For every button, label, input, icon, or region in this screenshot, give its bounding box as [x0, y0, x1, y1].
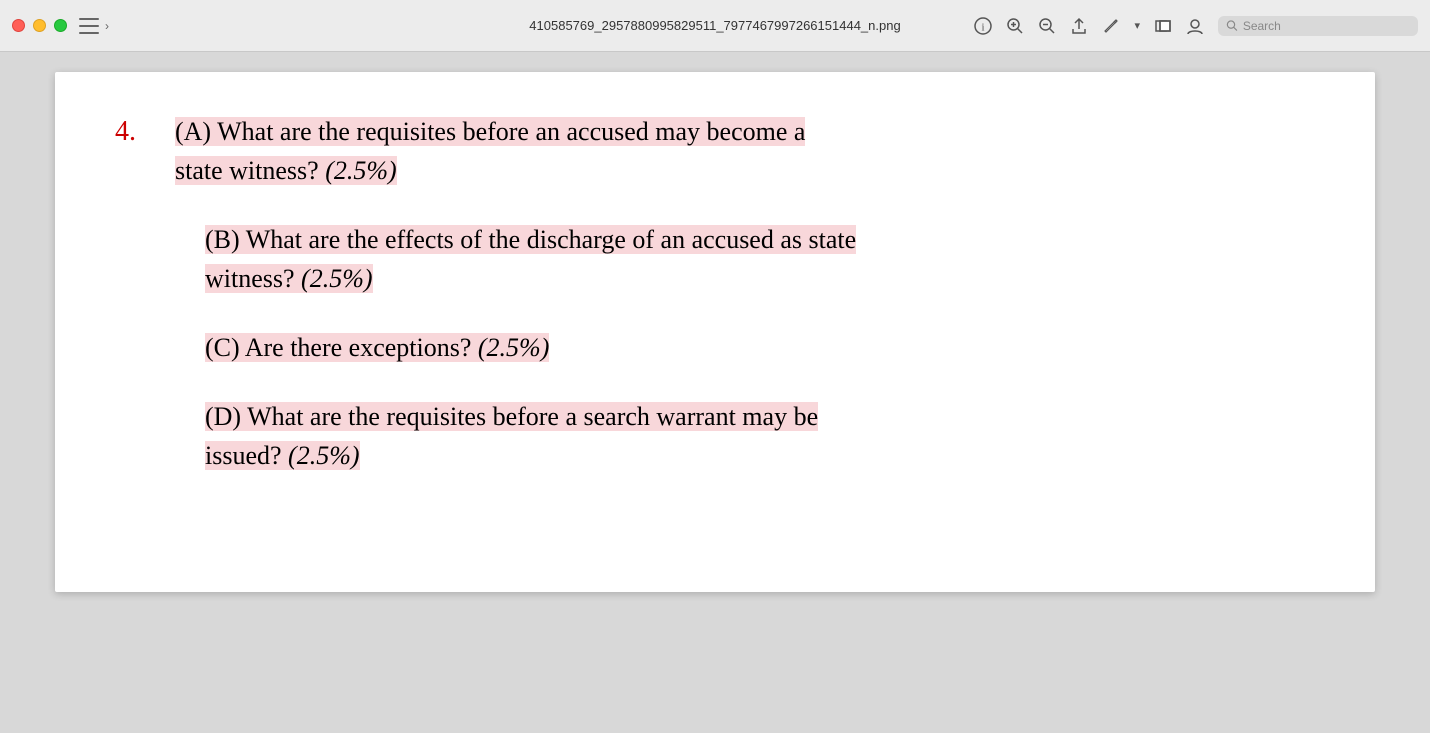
part-d-highlight: (D) What are the requisites before a sea…	[205, 402, 818, 431]
maximize-button[interactable]	[54, 19, 67, 32]
chevron-right-icon[interactable]: ›	[105, 19, 109, 33]
toolbar-icons: i	[974, 16, 1418, 36]
search-bar[interactable]	[1218, 16, 1418, 36]
info-icon[interactable]: i	[974, 17, 992, 35]
window-controls	[12, 19, 67, 32]
part-c-highlight: (C) Are there exceptions? (2.5%)	[205, 333, 549, 362]
question-body: (A) What are the requisites before an ac…	[175, 112, 1315, 505]
part-b-highlight: (B) What are the effects of the discharg…	[205, 225, 856, 254]
question-part-c: (C) Are there exceptions? (2.5%)	[175, 328, 1315, 367]
window-icon[interactable]	[1154, 17, 1172, 35]
part-a-highlight: (A) What are the requisites before an ac…	[175, 117, 805, 146]
question-number: 4.	[115, 112, 175, 505]
svg-text:i: i	[982, 21, 985, 33]
chevron-down-icon[interactable]: ▾	[1134, 19, 1140, 32]
part-a-highlight-2: state witness? (2.5%)	[175, 156, 397, 185]
minimize-button[interactable]	[33, 19, 46, 32]
close-button[interactable]	[12, 19, 25, 32]
question-container: 4. (A) What are the requisites before an…	[115, 112, 1315, 505]
question-part-a: (A) What are the requisites before an ac…	[175, 112, 1315, 190]
zoom-in-icon[interactable]	[1006, 17, 1024, 35]
sidebar-toggle-button[interactable]	[79, 18, 99, 34]
part-b-highlight-2: witness? (2.5%)	[205, 264, 373, 293]
search-icon	[1226, 19, 1238, 32]
question-part-d: (D) What are the requisites before a sea…	[175, 397, 1315, 475]
share-icon[interactable]	[1070, 17, 1088, 35]
part-d-highlight-2: issued? (2.5%)	[205, 441, 360, 470]
question-part-b: (B) What are the effects of the discharg…	[175, 220, 1315, 298]
account-icon[interactable]	[1186, 17, 1204, 35]
search-input[interactable]	[1243, 19, 1410, 33]
zoom-out-icon[interactable]	[1038, 17, 1056, 35]
content-area: 4. (A) What are the requisites before an…	[0, 52, 1430, 733]
document-title: 410585769_2957880995829511_7977467997266…	[529, 18, 900, 33]
document-page: 4. (A) What are the requisites before an…	[55, 72, 1375, 592]
titlebar: › 410585769_2957880995829511_79774679972…	[0, 0, 1430, 52]
pencil-icon[interactable]	[1102, 17, 1120, 35]
